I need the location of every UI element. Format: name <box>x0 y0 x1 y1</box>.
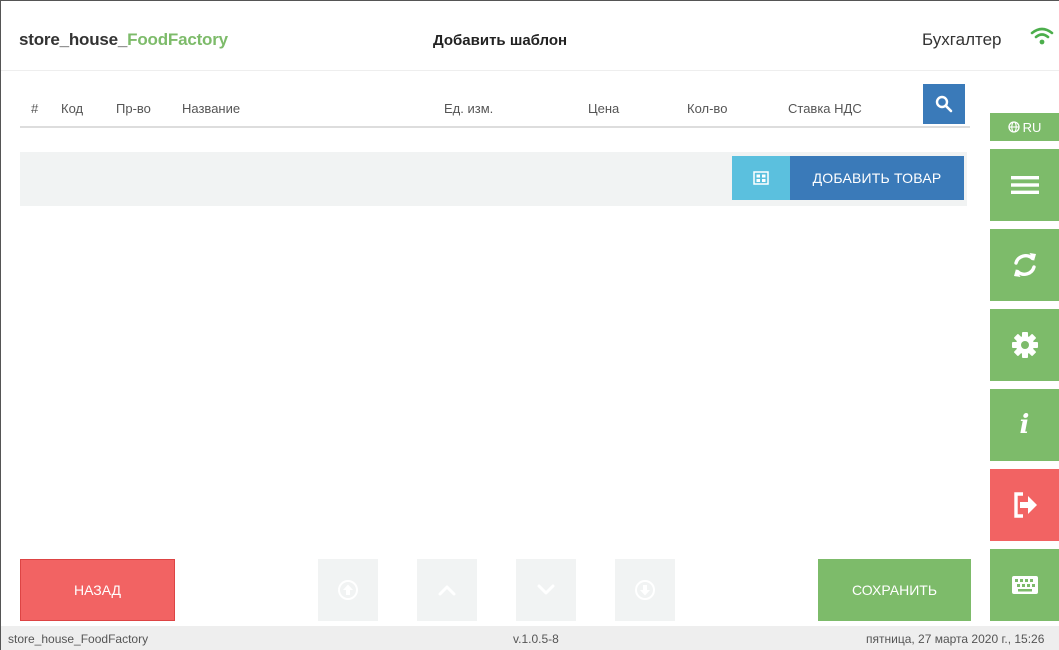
sync-button[interactable] <box>990 229 1059 301</box>
logout-icon <box>1013 492 1037 518</box>
search-icon <box>935 95 953 113</box>
column-producer: Пр-во <box>116 101 151 116</box>
scroll-down-button[interactable] <box>516 559 576 621</box>
status-bar: store_house_FoodFactory v.1.0.5-8 пятниц… <box>0 626 1059 650</box>
user-role: Бухгалтер <box>922 30 1002 49</box>
scroll-first-button[interactable] <box>318 559 378 621</box>
table-header: # Код Пр-во Название Ед. изм. Цена Кол-в… <box>20 84 970 128</box>
wifi-icon <box>1030 27 1054 45</box>
column-unit: Ед. изм. <box>444 101 494 116</box>
scroll-last-button[interactable] <box>615 559 675 621</box>
info-button[interactable]: i <box>990 389 1059 461</box>
column-price: Цена <box>588 101 620 116</box>
add-goods-row: ДОБАВИТЬ ТОВАР <box>20 152 967 206</box>
app-title-prefix: store_house_ <box>19 30 128 49</box>
chevron-down-icon <box>537 584 555 595</box>
column-number: # <box>31 101 39 116</box>
sync-icon <box>1013 253 1036 277</box>
logout-button[interactable] <box>990 469 1059 541</box>
language-label: RU <box>1022 119 1042 135</box>
keyboard-icon <box>1011 576 1038 594</box>
arrow-circle-down-icon <box>635 580 655 600</box>
arrow-circle-up-icon <box>338 580 358 600</box>
scroll-up-button[interactable] <box>417 559 477 621</box>
app-header: store_house_FoodFactory Добавить шаблон … <box>0 0 1059 70</box>
barcode-scan-button[interactable] <box>732 156 790 200</box>
save-button[interactable]: СОХРАНИТЬ <box>818 559 971 621</box>
menu-icon <box>1010 176 1039 194</box>
chevron-up-icon <box>438 585 456 596</box>
app-title: store_house_FoodFactory <box>19 30 228 50</box>
settings-button[interactable] <box>990 309 1059 381</box>
column-vat-rate: Ставка НДС <box>788 101 862 116</box>
header-divider <box>0 70 1059 71</box>
column-quantity: Кол-во <box>687 101 728 116</box>
back-button[interactable]: НАЗАД <box>20 559 175 621</box>
keyboard-button[interactable] <box>990 549 1059 621</box>
status-version: v.1.0.5-8 <box>513 632 559 646</box>
add-goods-button[interactable]: ДОБАВИТЬ ТОВАР <box>790 156 964 200</box>
search-button[interactable] <box>923 84 965 124</box>
app-title-accent: FoodFactory <box>127 30 228 49</box>
globe-icon <box>1007 121 1020 133</box>
column-code: Код <box>61 101 84 116</box>
status-datetime: пятница, 27 марта 2020 г., 15:26 <box>866 632 1045 646</box>
language-button[interactable]: RU <box>990 113 1059 141</box>
barcode-icon <box>753 171 769 185</box>
column-name: Название <box>182 101 241 116</box>
page-title: Добавить шаблон <box>433 32 568 49</box>
status-app-name: store_house_FoodFactory <box>8 632 149 646</box>
info-icon: i <box>1019 410 1030 440</box>
gear-icon <box>1011 332 1038 358</box>
menu-button[interactable] <box>990 149 1059 221</box>
